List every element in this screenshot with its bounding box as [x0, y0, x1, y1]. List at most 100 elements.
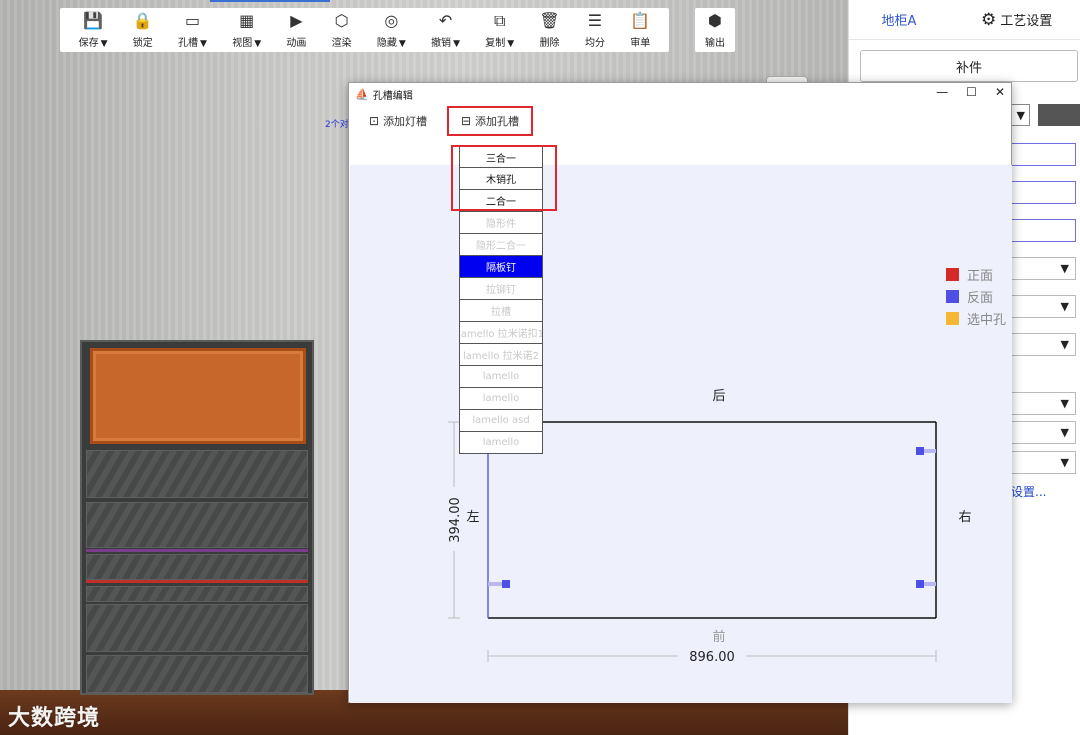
chevron-down-icon: ▼	[200, 38, 207, 49]
lock-icon: 🔒	[132, 10, 153, 30]
dropdown-option: lamello 拉米诺扣1	[459, 322, 543, 344]
toolbar-label: 均分	[584, 37, 605, 49]
cabinet-top-board[interactable]	[90, 348, 306, 444]
hole-edit-canvas[interactable]: 896.00 394.00 后 前 左 右 正面反面选中孔	[350, 165, 1012, 703]
save-icon: 💾	[83, 10, 104, 30]
toolbar-video-button[interactable]: ▶ 动画	[286, 8, 306, 52]
toolbar-equal-split-button[interactable]: ☰ 均分	[585, 8, 605, 52]
toolbar-label: 视图	[232, 37, 253, 49]
label-right: 右	[958, 510, 971, 525]
chevron-down-icon: ▼	[453, 38, 460, 49]
cabinet-model[interactable]	[80, 340, 314, 695]
toolbar-output-label: 输出	[705, 37, 725, 49]
dropdown-option: 隐形件	[459, 212, 543, 234]
cabinet-shelf[interactable]	[86, 655, 308, 693]
view-grid-icon: ▦	[239, 10, 255, 30]
dropdown-option: 拉铆钉	[459, 278, 543, 300]
add-slot-icon: ⊡	[369, 114, 380, 128]
chevron-down-icon: ▼	[100, 38, 108, 49]
cabinet-edge-line	[86, 580, 308, 583]
add-hole-slot-button[interactable]: ⊟ 添加孔槽	[447, 106, 533, 136]
minimize-button[interactable]: —	[936, 85, 948, 99]
eye-hide-icon: ◎	[384, 10, 399, 30]
toolbar-label: 锁定	[132, 37, 153, 49]
app-icon: ⛵	[355, 87, 369, 101]
add-light-slot-button[interactable]: ⊡ 添加灯槽	[369, 113, 427, 129]
height-dimension: 394.00	[448, 497, 463, 543]
undo-icon: ↶	[438, 10, 453, 30]
cabinet-shelf[interactable]	[86, 586, 308, 602]
add-slot-icon: ⊟	[460, 114, 472, 128]
hole-legend: 正面 反面 选中孔	[946, 263, 1006, 329]
toolbar-label: 复制	[485, 37, 506, 49]
tab-cabinet[interactable]: 地柜A	[849, 10, 949, 29]
add-light-slot-label: 添加灯槽	[383, 115, 428, 128]
toolbar-copy-button[interactable]: ⧉ 复制 ▼	[485, 8, 514, 52]
cabinet-shelf[interactable]	[86, 554, 308, 580]
legend-swatch	[946, 267, 959, 281]
dropdown-option: lamello asd	[459, 410, 543, 432]
tab-process-settings[interactable]: ⚙ 工艺设置	[981, 10, 1052, 30]
add-part-button[interactable]: 补件	[860, 50, 1078, 82]
equal-split-icon: ☰	[587, 10, 603, 30]
dropdown-option: lamello 拉米诺2	[459, 344, 543, 366]
settings-link[interactable]: 设置...	[1011, 483, 1046, 500]
material-color-swatch[interactable]	[1038, 104, 1080, 126]
toolbar-slot-button[interactable]: ▭ 孔槽 ▼	[178, 8, 207, 52]
gear-icon: ⚙	[981, 9, 997, 30]
dropdown-option: 隐形二合一	[459, 234, 543, 256]
panel-drawing: 896.00 394.00 后 前 左 右	[445, 389, 972, 665]
hole-marker	[916, 447, 924, 455]
width-dimension: 896.00	[689, 650, 735, 665]
export-icon: ⬢	[708, 10, 722, 30]
toolbar-label: 撤销	[431, 37, 452, 49]
hole-slot-edit-dialog: ⛵ 孔槽编辑 — ☐ ✕ ⊡ 添加灯槽 ⊟ 添加孔槽 896.00 394.00…	[348, 82, 1012, 703]
toolbar-label: 孔槽	[178, 37, 199, 49]
render-icon: ⬡	[334, 10, 349, 30]
label-front: 前	[712, 629, 725, 645]
dialog-titlebar[interactable]: ⛵ 孔槽编辑	[349, 83, 1011, 105]
toolbar-eye-hide-button[interactable]: ◎ 隐藏 ▼	[377, 8, 406, 52]
toolbar-render-button[interactable]: ⬡ 渲染	[332, 8, 352, 52]
label-back: 后	[712, 389, 725, 404]
toolbar-trash-button[interactable]: 🗑 删除	[539, 8, 559, 52]
toolbar-label: 删除	[539, 37, 560, 49]
cabinet-shelf[interactable]	[86, 604, 308, 652]
dropdown-option: lamello	[459, 432, 543, 454]
legend-label: 选中孔	[967, 312, 1007, 328]
hole-marker	[502, 580, 510, 588]
legend-label: 反面	[967, 290, 994, 306]
toolbar-undo-button[interactable]: ↶ 撤销 ▼	[431, 8, 460, 52]
copy-icon: ⧉	[493, 10, 506, 30]
cabinet-shelf[interactable]	[86, 450, 308, 498]
close-button[interactable]: ✕	[995, 85, 1005, 99]
dropdown-option: lamello	[459, 366, 543, 388]
toolbar-view-grid-button[interactable]: ▦ 视图 ▼	[232, 8, 261, 52]
toolbar-save-button[interactable]: 💾 保存 ▼	[79, 8, 108, 52]
cabinet-edge-line	[86, 549, 308, 552]
hole-type-dropdown: 三合一 木销孔 二合一 隐形件 隐形二合一 隔板钉 拉铆钉 拉槽 lamello 拉米诺扣1 la…	[459, 146, 543, 454]
chevron-down-icon: ▼	[398, 38, 406, 49]
window-controls: — ☐ ✕	[936, 85, 1005, 99]
add-hole-slot-label: 添加孔槽	[475, 115, 520, 128]
dropdown-option: 拉槽	[459, 300, 543, 322]
toolbar-label: 隐藏	[376, 37, 397, 49]
slot-icon: ▭	[184, 10, 201, 30]
dropdown-option[interactable]: 三合一	[459, 146, 543, 168]
dropdown-option[interactable]: 二合一	[459, 190, 543, 212]
dropdown-option[interactable]: 木销孔	[459, 168, 543, 190]
cabinet-shelf[interactable]	[86, 502, 308, 548]
toolbar-lock-button[interactable]: 🔒 锁定	[133, 8, 153, 52]
hole-marker	[916, 580, 924, 588]
legend-item: 反面	[946, 285, 1006, 307]
toolbar-review-button[interactable]: 📋 审单	[630, 8, 650, 52]
toolbar-output-button[interactable]: ⬢ 输出	[695, 8, 735, 52]
dropdown-option: lamello	[459, 388, 543, 410]
dropdown-option[interactable]: 隔板钉	[459, 256, 543, 278]
toolbar-label: 动画	[286, 37, 307, 49]
maximize-button[interactable]: ☐	[966, 85, 977, 99]
legend-item: 正面	[946, 263, 1006, 285]
legend-label: 正面	[967, 268, 994, 284]
trash-icon: 🗑	[539, 10, 560, 30]
video-icon: ▶	[290, 10, 303, 30]
